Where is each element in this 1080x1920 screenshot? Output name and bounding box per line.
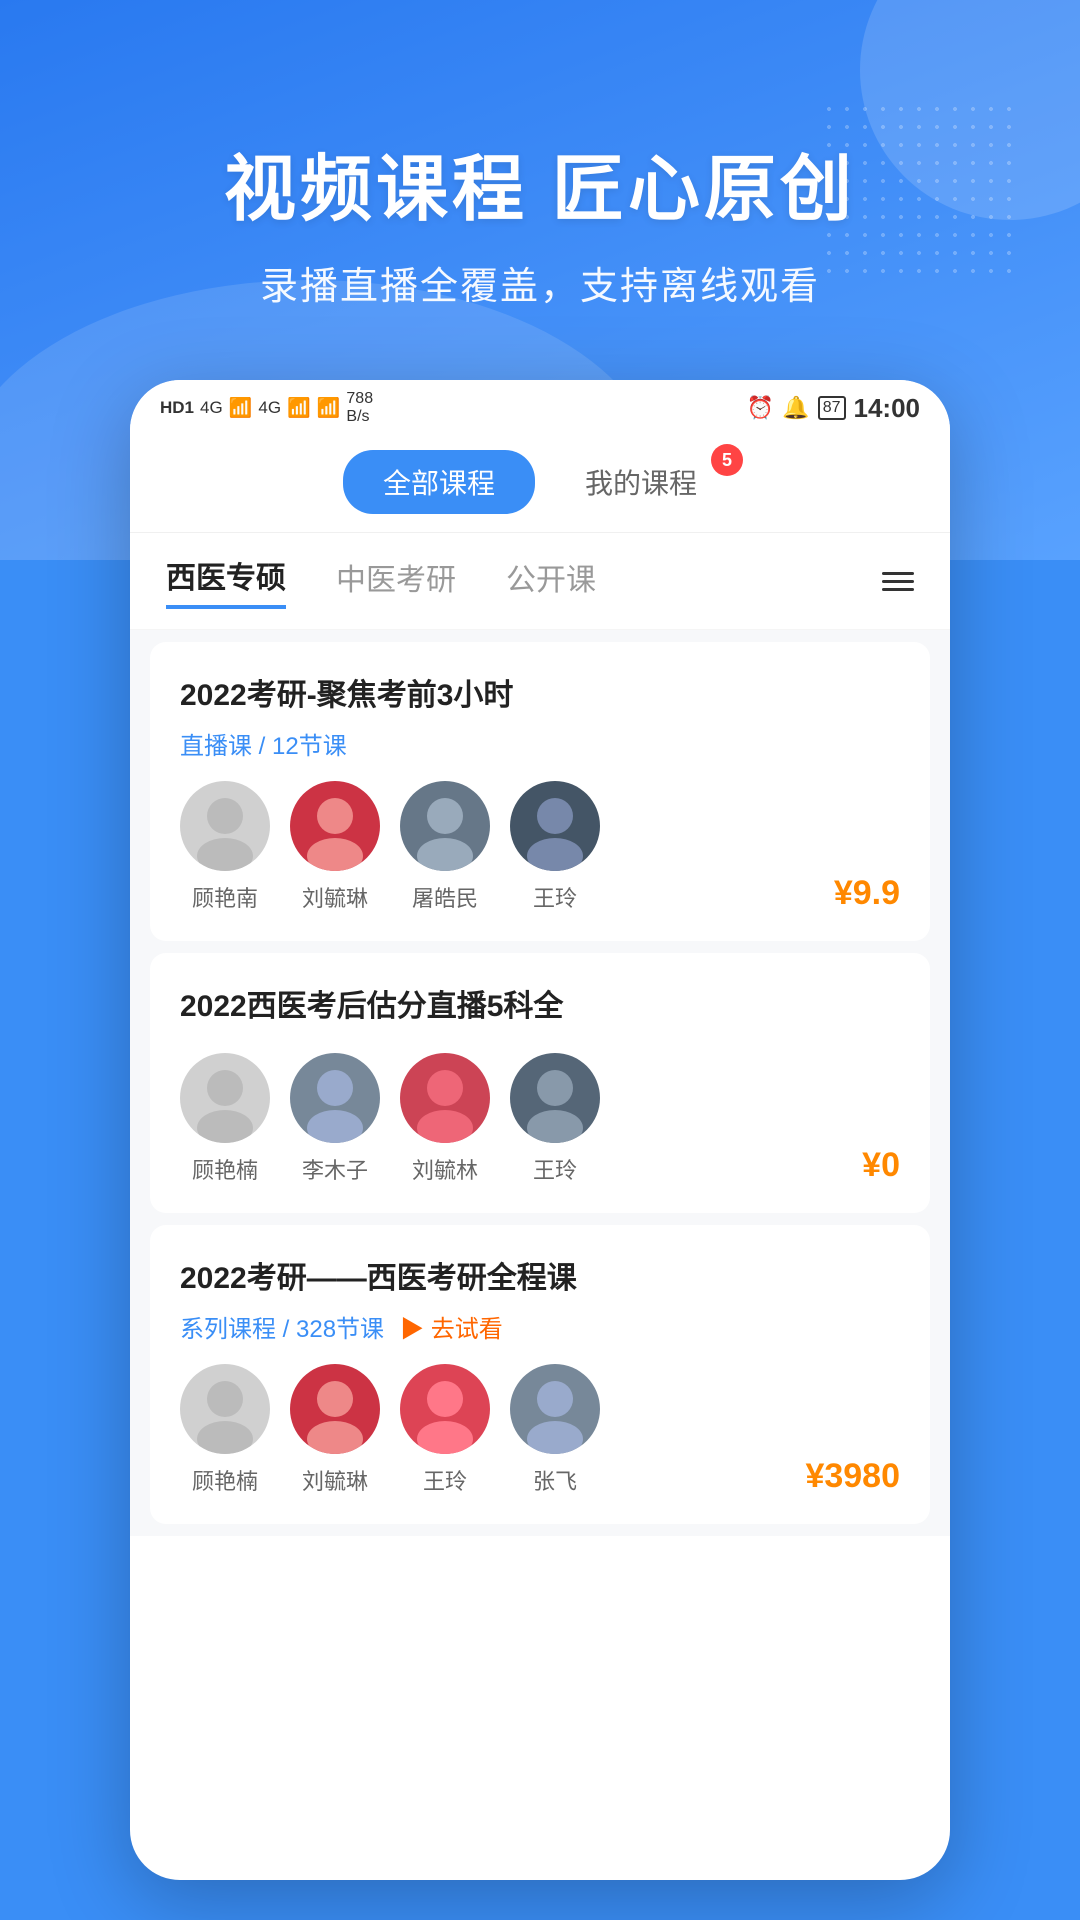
avatar-2-2 xyxy=(290,1053,380,1143)
course-price-2: ¥0 xyxy=(862,1146,900,1185)
course-meta-3: 系列课程 / 328节课 ▶ 去试看 xyxy=(180,1309,900,1344)
avatar-3-4 xyxy=(510,1364,600,1454)
avatar-3-2 xyxy=(290,1364,380,1454)
phone-mockup: HD1 4G 📶 4G 📶 📶 788B/s ⏰ 🔔 87 14:00 全部课程… xyxy=(130,380,950,1880)
status-right: ⏰ 🔔 87 14:00 xyxy=(747,393,920,424)
teacher-3-2: 刘毓琳 xyxy=(290,1364,380,1496)
course-title-2: 2022西医考后估分直播5科全 xyxy=(180,981,900,1025)
teachers-row-1: 顾艳南 刘毓琳 屠皓民 xyxy=(180,781,900,913)
course-item-3[interactable]: 2022考研——西医考研全程课 系列课程 / 328节课 ▶ 去试看 顾艳楠 刘… xyxy=(150,1225,930,1524)
teacher-name-1-2: 刘毓琳 xyxy=(302,881,368,913)
menu-icon[interactable] xyxy=(882,572,914,591)
course-type-3: 系列课程 / 328节课 xyxy=(180,1309,384,1344)
teacher-1-4: 王玲 xyxy=(510,781,600,913)
avatar-1-2 xyxy=(290,781,380,871)
speed-text: 788B/s xyxy=(346,390,373,426)
hero-subtitle: 录播直播全覆盖，支持离线观看 xyxy=(0,255,1080,310)
avatar-1-1 xyxy=(180,781,270,871)
course-title-1: 2022考研-聚焦考前3小时 xyxy=(180,670,900,714)
battery-indicator: 87 xyxy=(818,396,846,420)
signal-bars2: 📶 xyxy=(287,396,311,420)
teacher-name-3-4: 张飞 xyxy=(533,1464,577,1496)
cat-open[interactable]: 公开课 xyxy=(506,555,596,607)
network-4g: 4G xyxy=(200,398,223,418)
course-meta-1: 直播课 / 12节课 xyxy=(180,726,900,761)
avatar-3-1 xyxy=(180,1364,270,1454)
avatar-1-4 xyxy=(510,781,600,871)
tab-bar: 全部课程 我的课程 5 xyxy=(130,436,950,533)
teacher-name-2-2: 李木子 xyxy=(302,1153,368,1185)
course-list: 2022考研-聚焦考前3小时 直播课 / 12节课 顾艳南 刘毓琳 xyxy=(130,630,950,1536)
alarm-icon: ⏰ xyxy=(747,395,774,421)
hero-section: 视频课程 匠心原创 录播直播全覆盖，支持离线观看 xyxy=(0,130,1080,310)
course-price-1: ¥9.9 xyxy=(834,874,900,913)
teacher-name-1-1: 顾艳南 xyxy=(192,881,258,913)
teacher-2-3: 刘毓林 xyxy=(400,1053,490,1185)
try-watch-btn[interactable]: ▶ 去试看 xyxy=(400,1309,503,1344)
teacher-name-3-3: 王玲 xyxy=(423,1464,467,1496)
mute-icon: 🔔 xyxy=(782,395,809,421)
course-item-1[interactable]: 2022考研-聚焦考前3小时 直播课 / 12节课 顾艳南 刘毓琳 xyxy=(150,642,930,941)
cat-western[interactable]: 西医专硕 xyxy=(166,553,286,609)
cat-tcm[interactable]: 中医考研 xyxy=(336,555,456,607)
teacher-2-2: 李木子 xyxy=(290,1053,380,1185)
status-left: HD1 4G 📶 4G 📶 📶 788B/s xyxy=(160,390,373,426)
tab-all-courses[interactable]: 全部课程 xyxy=(343,450,535,514)
battery-level: 87 xyxy=(823,399,841,417)
my-courses-badge: 5 xyxy=(711,444,743,476)
menu-line-1 xyxy=(882,572,914,575)
teacher-1-1: 顾艳南 xyxy=(180,781,270,913)
teachers-row-3: 顾艳楠 刘毓琳 王玲 xyxy=(180,1364,900,1496)
course-title-3: 2022考研——西医考研全程课 xyxy=(180,1253,900,1297)
course-item-2[interactable]: 2022西医考后估分直播5科全 顾艳楠 李木子 xyxy=(150,953,930,1213)
avatar-3-3 xyxy=(400,1364,490,1454)
avatar-2-4 xyxy=(510,1053,600,1143)
teacher-3-4: 张飞 xyxy=(510,1364,600,1496)
teacher-name-2-4: 王玲 xyxy=(533,1153,577,1185)
teacher-name-3-1: 顾艳楠 xyxy=(192,1464,258,1496)
teacher-name-3-2: 刘毓琳 xyxy=(302,1464,368,1496)
network-4g2: 4G xyxy=(258,398,281,418)
teacher-name-2-1: 顾艳楠 xyxy=(192,1153,258,1185)
menu-line-3 xyxy=(882,588,914,591)
teacher-3-1: 顾艳楠 xyxy=(180,1364,270,1496)
teachers-row-2: 顾艳楠 李木子 刘毓林 xyxy=(180,1053,900,1185)
avatar-1-3 xyxy=(400,781,490,871)
wifi-icon: 📶 xyxy=(317,396,341,420)
course-price-3: ¥3980 xyxy=(805,1457,900,1496)
avatar-2-3 xyxy=(400,1053,490,1143)
teacher-name-1-3: 屠皓民 xyxy=(412,881,478,913)
menu-line-2 xyxy=(882,580,914,583)
status-bar: HD1 4G 📶 4G 📶 📶 788B/s ⏰ 🔔 87 14:00 xyxy=(130,380,950,436)
teacher-name-2-3: 刘毓林 xyxy=(412,1153,478,1185)
signal-bars: 📶 xyxy=(229,396,253,420)
category-nav: 西医专硕 中医考研 公开课 xyxy=(130,533,950,630)
teacher-name-1-4: 王玲 xyxy=(533,881,577,913)
teacher-3-3: 王玲 xyxy=(400,1364,490,1496)
tab-my-courses[interactable]: 我的课程 5 xyxy=(545,450,737,514)
signal-text: HD1 xyxy=(160,398,194,418)
teacher-1-2: 刘毓琳 xyxy=(290,781,380,913)
teacher-1-3: 屠皓民 xyxy=(400,781,490,913)
hero-title: 视频课程 匠心原创 xyxy=(0,130,1080,235)
teacher-2-4: 王玲 xyxy=(510,1053,600,1185)
time-display: 14:00 xyxy=(854,393,921,424)
avatar-2-1 xyxy=(180,1053,270,1143)
course-type-1: 直播课 / 12节课 xyxy=(180,726,347,761)
teacher-2-1: 顾艳楠 xyxy=(180,1053,270,1185)
